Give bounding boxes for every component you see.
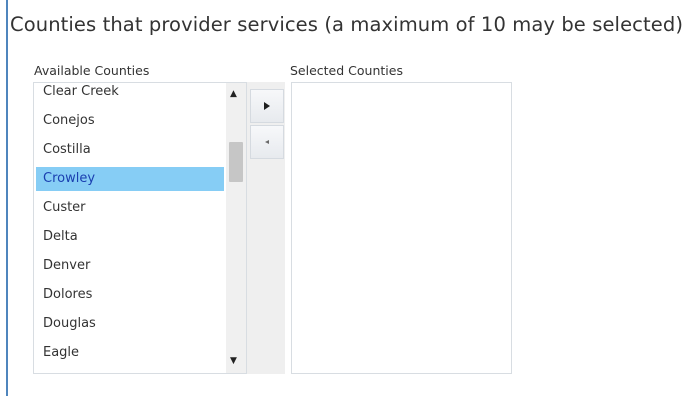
list-item[interactable]: Dolores: [36, 283, 224, 307]
arrow-left-icon: [265, 140, 269, 144]
triangle-down-icon[interactable]: ▼: [230, 357, 237, 366]
list-item[interactable]: Costilla: [36, 138, 224, 162]
list-item[interactable]: Eagle: [36, 341, 224, 365]
available-counties-list: Clear Creek Conejos Costilla Crowley Cus…: [34, 83, 226, 370]
list-item[interactable]: Conejos: [36, 109, 224, 133]
scrollbar-thumb[interactable]: [229, 142, 243, 182]
move-buttons-column: [247, 82, 285, 374]
available-scrollbar[interactable]: ▲ ▼: [226, 83, 246, 373]
add-county-button[interactable]: [250, 89, 284, 123]
list-item[interactable]: Custer: [36, 196, 224, 220]
list-item[interactable]: Delta: [36, 225, 224, 249]
list-item[interactable]: Clear Creek: [36, 83, 224, 104]
list-item[interactable]: Douglas: [36, 312, 224, 336]
page-title: Counties that provider services (a maxim…: [10, 13, 684, 36]
available-counties-label: Available Counties: [34, 63, 150, 78]
list-item[interactable]: Denver: [36, 254, 224, 278]
selected-counties-listbox[interactable]: [291, 82, 512, 374]
available-counties-listbox[interactable]: Clear Creek Conejos Costilla Crowley Cus…: [33, 82, 247, 374]
selected-counties-label: Selected Counties: [290, 63, 403, 78]
arrow-right-icon: [264, 102, 270, 110]
remove-county-button[interactable]: [250, 125, 284, 159]
triangle-up-icon[interactable]: ▲: [230, 90, 237, 99]
list-item-selected[interactable]: Crowley: [36, 167, 224, 191]
